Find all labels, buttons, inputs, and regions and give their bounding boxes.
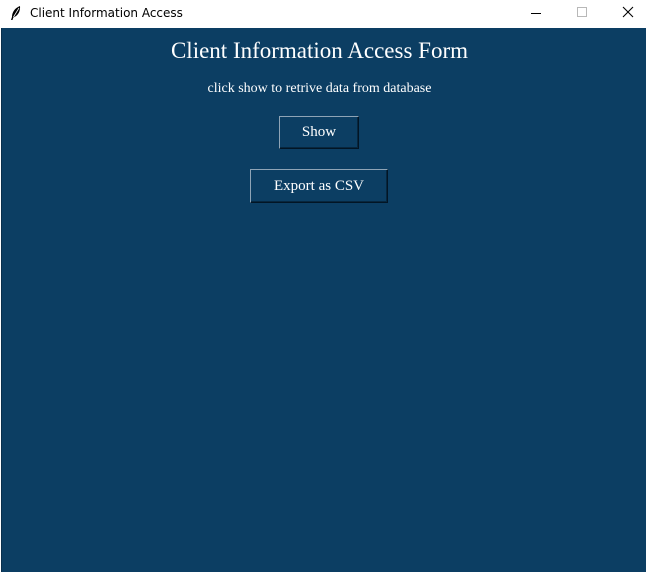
export-csv-button[interactable]: Export as CSV (250, 169, 388, 203)
close-icon (622, 6, 634, 18)
instruction-text: click show to retrive data from database (207, 81, 432, 96)
close-button[interactable] (605, 0, 647, 27)
feather-icon (9, 5, 23, 21)
maximize-button[interactable] (559, 0, 605, 27)
app-window: Client Information Access Client Informa… (0, 0, 647, 572)
minimize-button[interactable] (513, 0, 559, 27)
maximize-icon (577, 7, 587, 17)
title-bar[interactable]: Client Information Access (0, 0, 647, 27)
form-area: Client Information Access Form click sho… (1, 28, 646, 572)
page-title: Client Information Access Form (170, 38, 469, 63)
minimize-icon (531, 13, 541, 14)
window-title: Client Information Access (30, 6, 183, 20)
show-button[interactable]: Show (279, 116, 359, 149)
